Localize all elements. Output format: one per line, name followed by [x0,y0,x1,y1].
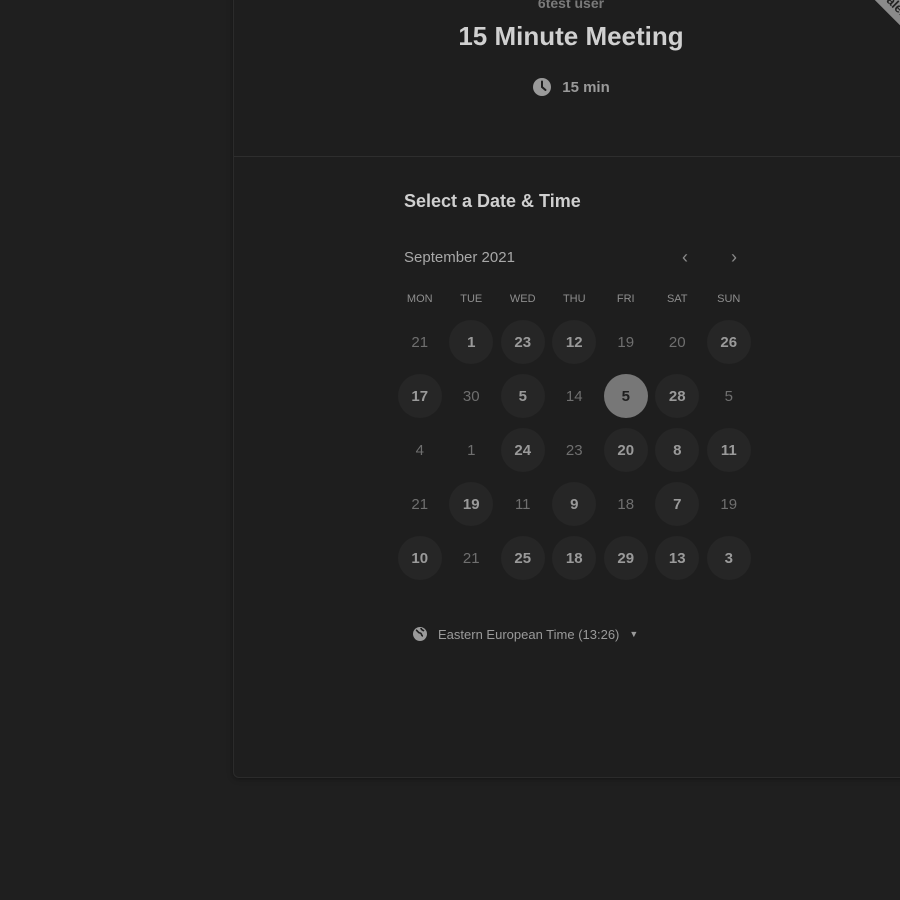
date-cell: 11 [497,477,549,531]
date-number: 29 [603,536,648,580]
available-date[interactable]: 10 [394,531,446,585]
date-number: 19 [720,495,738,513]
date-number: 4 [415,441,424,459]
available-date[interactable]: 8 [652,423,704,477]
available-date[interactable]: 25 [497,531,549,585]
date-cell: 21 [394,315,446,369]
weekday-header: MON [406,293,433,305]
date-number: 24 [500,428,545,472]
date-number: 20 [603,428,648,472]
weekday-header: WED [509,293,536,305]
date-number: 19 [617,333,635,351]
section-title: Select a Date & Time [404,191,581,211]
date-number: 17 [397,374,442,418]
date-number: 12 [552,320,597,364]
clock-icon [533,78,552,96]
date-number: 3 [706,536,751,580]
date-cell: 14 [549,369,601,423]
chevron-left-icon: ‹ [682,246,688,267]
date-cell: 18 [600,477,652,531]
available-date[interactable]: 19 [446,477,498,531]
date-number: 10 [397,536,442,580]
date-number: 30 [462,387,480,405]
date-number: 25 [500,536,545,580]
date-cell: 21 [446,531,498,585]
date-cell: 21 [394,477,446,531]
organizer-name: 6test user [537,0,605,11]
date-number: 23 [565,441,583,459]
caret-down-icon: ▼ [629,629,639,639]
date-cell: 19 [600,315,652,369]
booking-card: POWERED BYCalendly 6test user 15 Minute … [233,0,900,778]
date-number: 18 [552,536,597,580]
date-cell: 23 [549,423,601,477]
date-number: 14 [565,387,583,405]
month-label: September 2021 [404,249,515,266]
available-date[interactable]: 3 [703,531,755,585]
available-date[interactable]: 9 [549,477,601,531]
weekday-header: FRI [616,293,635,305]
chevron-right-icon: › [731,246,737,267]
selected-date[interactable]: 5 [600,369,652,423]
date-number: 18 [617,495,635,513]
duration-label: 15 min [562,78,610,96]
next-month-button[interactable]: › [720,243,748,271]
available-date[interactable]: 28 [652,369,704,423]
date-number: 5 [500,374,545,418]
date-number: 19 [449,482,494,526]
date-number: 11 [706,428,751,472]
available-date[interactable]: 29 [600,531,652,585]
date-number: 26 [706,320,751,364]
weekday-header: TUE [460,293,483,305]
date-cell: 30 [446,369,498,423]
available-date[interactable]: 1 [446,315,498,369]
date-cell: 5 [703,369,755,423]
available-date[interactable]: 5 [497,369,549,423]
weekday-header: THU [562,293,586,305]
weekday-header: SAT [666,293,688,305]
date-number: 1 [467,441,476,459]
date-number: 8 [655,428,700,472]
date-cell: 20 [652,315,704,369]
prev-month-button[interactable]: ‹ [671,243,699,271]
date-number: 13 [655,536,700,580]
available-date[interactable]: 24 [497,423,549,477]
date-number: 5 [724,387,733,405]
available-date[interactable]: 26 [703,315,755,369]
timezone-label: Eastern European Time (13:26) [438,626,620,642]
timezone-selector[interactable]: Eastern European Time (13:26) ▼ [412,626,638,642]
weekday-header: SUN [717,293,741,305]
event-duration: 15 min [234,77,900,97]
date-number: 9 [552,482,597,526]
available-date[interactable]: 7 [652,477,704,531]
date-cell: 1 [446,423,498,477]
date-number: 21 [411,495,429,513]
calendar-grid: MON TUE WED THU FRI SAT SUN 21 1 23 12 19 20 26 17 30 5 1… [394,293,755,585]
available-date[interactable]: 20 [600,423,652,477]
date-cell: 19 [703,477,755,531]
available-date[interactable]: 23 [497,315,549,369]
date-number: 28 [655,374,700,418]
event-title: 15 Minute Meeting [458,21,684,51]
available-date[interactable]: 17 [394,369,446,423]
date-cell: 4 [394,423,446,477]
available-date[interactable]: 12 [549,315,601,369]
date-number: 11 [514,495,531,513]
date-number: 5 [603,374,648,418]
globe-icon [413,627,427,641]
date-number: 20 [668,333,686,351]
date-number: 23 [500,320,545,364]
date-number: 1 [449,320,494,364]
date-number: 21 [462,549,480,567]
divider [234,156,900,157]
date-number: 21 [411,333,429,351]
available-date[interactable]: 18 [549,531,601,585]
date-number: 7 [655,482,700,526]
available-date[interactable]: 13 [652,531,704,585]
available-date[interactable]: 11 [703,423,755,477]
